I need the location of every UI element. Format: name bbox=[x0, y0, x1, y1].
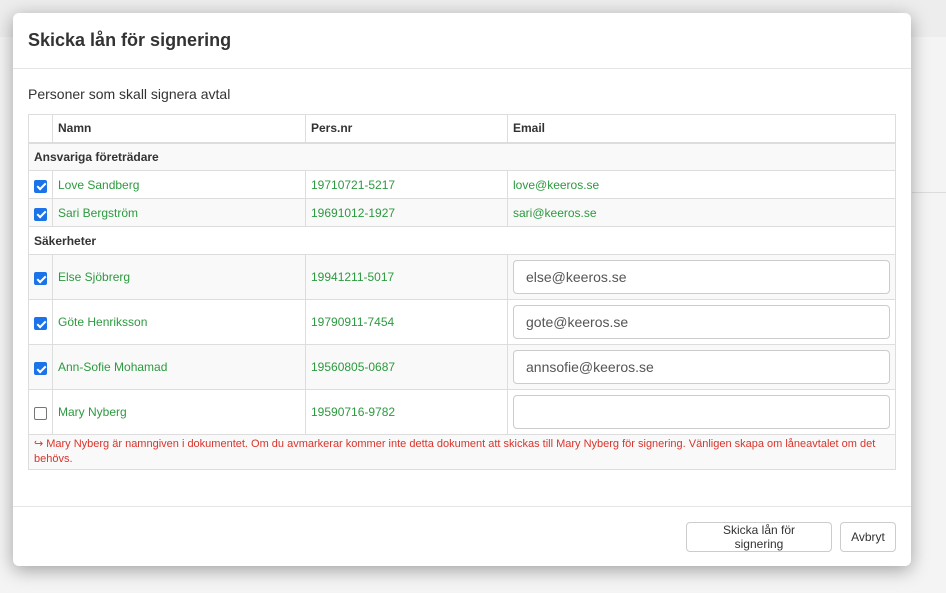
signer-checkbox[interactable] bbox=[34, 317, 47, 331]
modal-body: Personer som skall signera avtal Namn Pe… bbox=[13, 69, 911, 470]
signer-pnr: 19941211-5017 bbox=[305, 254, 508, 300]
email-cell bbox=[507, 254, 896, 300]
header-check bbox=[28, 114, 53, 144]
email-field[interactable] bbox=[513, 260, 890, 294]
signer-checkbox[interactable] bbox=[34, 362, 47, 376]
signer-name: Ann-Sofie Mohamad bbox=[52, 344, 306, 390]
signer-checkbox[interactable] bbox=[34, 207, 47, 221]
signer-checkbox[interactable] bbox=[34, 407, 47, 421]
email-field[interactable] bbox=[513, 305, 890, 339]
signer-email: sari@keeros.se bbox=[507, 198, 896, 227]
row-check-cell bbox=[28, 299, 53, 345]
header-name: Namn bbox=[52, 114, 306, 144]
signer-name: Love Sandberg bbox=[52, 170, 306, 199]
signer-checkbox[interactable] bbox=[34, 272, 47, 286]
arrow-return-icon: ↪ bbox=[34, 438, 44, 450]
send-for-signing-button[interactable]: Skicka lån för signering bbox=[686, 522, 832, 552]
signer-pnr: 19560805-0687 bbox=[305, 344, 508, 390]
signers-table: Namn Pers.nr Email Ansvariga företrädare… bbox=[28, 114, 896, 470]
signer-name: Göte Henriksson bbox=[52, 299, 306, 345]
table-row: Göte Henriksson 19790911-7454 bbox=[28, 299, 896, 345]
background-divider bbox=[912, 192, 946, 193]
email-cell bbox=[507, 344, 896, 390]
row-check-cell bbox=[28, 389, 53, 435]
table-header-row: Namn Pers.nr Email bbox=[28, 114, 896, 144]
signer-pnr: 19790911-7454 bbox=[305, 299, 508, 345]
signer-email: love@keeros.se bbox=[507, 170, 896, 199]
warning-cell: ↪ Mary Nyberg är namngiven i dokumentet. … bbox=[28, 434, 896, 470]
table-row: Love Sandberg 19710721-5217 love@keeros.… bbox=[28, 170, 896, 199]
row-check-cell bbox=[28, 170, 53, 199]
email-field[interactable] bbox=[513, 350, 890, 384]
signer-checkbox[interactable] bbox=[34, 179, 47, 193]
header-pnr: Pers.nr bbox=[305, 114, 508, 144]
row-check-cell bbox=[28, 344, 53, 390]
signer-pnr: 19710721-5217 bbox=[305, 170, 508, 199]
modal-footer: Skicka lån för signering Avbryt bbox=[13, 506, 911, 566]
signers-subtitle: Personer som skall signera avtal bbox=[28, 86, 231, 102]
send-for-signing-dialog: Skicka lån för signering Personer som sk… bbox=[13, 13, 911, 566]
row-check-cell bbox=[28, 254, 53, 300]
group-row-representatives: Ansvariga företrädare bbox=[28, 142, 896, 171]
email-field[interactable] bbox=[513, 395, 890, 429]
signer-name: Sari Bergström bbox=[52, 198, 306, 227]
table-row: Mary Nyberg 19590716-9782 bbox=[28, 389, 896, 435]
email-cell bbox=[507, 389, 896, 435]
email-cell bbox=[507, 299, 896, 345]
group-label: Ansvariga företrädare bbox=[28, 142, 896, 171]
signer-pnr: 19590716-9782 bbox=[305, 389, 508, 435]
group-label: Säkerheter bbox=[28, 226, 896, 255]
table-row: Else Sjöbrerg 19941211-5017 bbox=[28, 254, 896, 300]
warning-row: ↪ Mary Nyberg är namngiven i dokumentet. … bbox=[28, 434, 896, 470]
signer-name: Else Sjöbrerg bbox=[52, 254, 306, 300]
table-row: Sari Bergström 19691012-1927 sari@keeros… bbox=[28, 198, 896, 227]
table-row: Ann-Sofie Mohamad 19560805-0687 bbox=[28, 344, 896, 390]
cancel-button[interactable]: Avbryt bbox=[840, 522, 896, 552]
signer-name: Mary Nyberg bbox=[52, 389, 306, 435]
header-email: Email bbox=[507, 114, 896, 144]
signer-pnr: 19691012-1927 bbox=[305, 198, 508, 227]
row-check-cell bbox=[28, 198, 53, 227]
group-row-collateral: Säkerheter bbox=[28, 226, 896, 255]
warning-text: Mary Nyberg är namngiven i dokumentet. O… bbox=[34, 438, 876, 465]
modal-title: Skicka lån för signering bbox=[28, 30, 232, 50]
modal-header: Skicka lån för signering bbox=[13, 13, 911, 69]
